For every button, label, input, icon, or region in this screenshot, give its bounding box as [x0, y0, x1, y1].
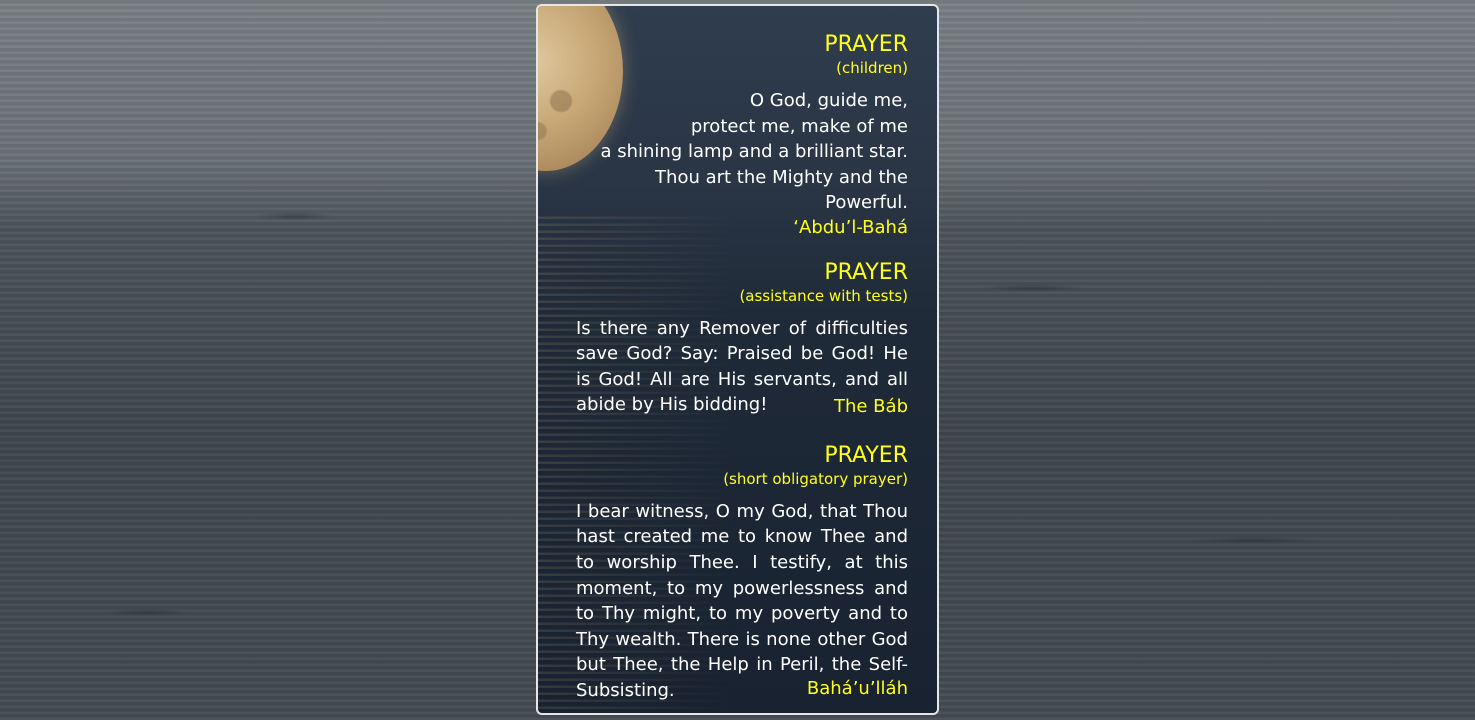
verse-line: Thou art the Mighty and the Powerful.	[655, 166, 908, 214]
prayer-title: PRAYER	[824, 442, 908, 468]
prayer-body-wrap: I bear witness, O my God, that Thou hast…	[576, 499, 908, 704]
prayer-title: PRAYER	[824, 32, 908, 57]
prayer-author: Bahá’u’lláh	[806, 678, 908, 700]
page-background: { "prayers": [ { "title": "PRAYER", "sub…	[0, 0, 1475, 720]
prayer-section-children: PRAYER (children) O God, guide me, prote…	[576, 32, 908, 240]
prayer-subtitle: (short obligatory prayer)	[723, 469, 908, 488]
prayer-title: PRAYER	[824, 259, 908, 285]
prayer-author: ‘Abdu’l-Bahá	[793, 216, 908, 238]
prayer-section-assistance: PRAYER (assistance with tests) Is there …	[576, 260, 908, 418]
prayer-body-wrap: Is there any Remover of difficulties sav…	[576, 316, 908, 418]
prayer-card: PRAYER (children) O God, guide me, prote…	[536, 4, 939, 715]
prayer-subtitle: (assistance with tests)	[739, 286, 908, 305]
prayer-content: PRAYER (children) O God, guide me, prote…	[576, 32, 908, 704]
verse-line: protect me, make of me	[690, 115, 908, 137]
prayer-section-obligatory: PRAYER (short obligatory prayer) I bear …	[576, 443, 908, 704]
prayer-subtitle: (children)	[836, 59, 908, 77]
prayer-text: I bear witness, O my God, that Thou hast…	[576, 500, 908, 702]
prayer-author: The Báb	[833, 396, 908, 418]
prayer-verse: O God, guide me, protect me, make of me …	[576, 88, 908, 216]
verse-line: O God, guide me,	[749, 90, 908, 111]
verse-line: a shining lamp and a brilliant star.	[600, 141, 908, 162]
